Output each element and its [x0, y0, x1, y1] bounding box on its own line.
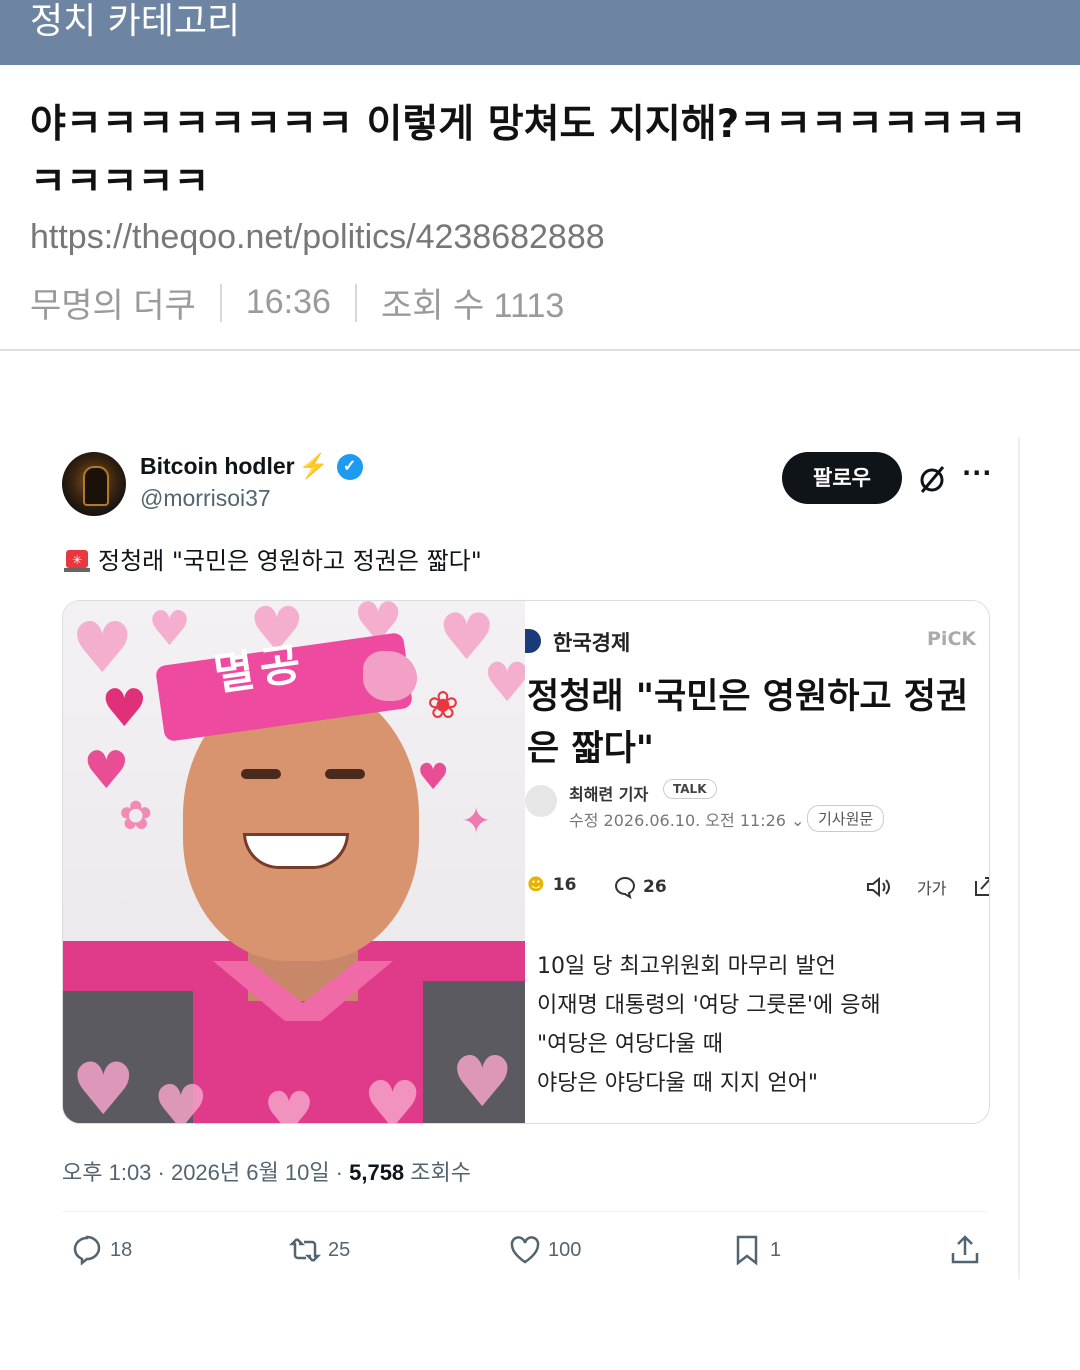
reply-icon — [73, 1235, 101, 1266]
article-body: 10일 당 최고위원회 마무리 발언 이재명 대통령의 '여당 그룻론'에 응해… — [537, 947, 881, 1103]
bookmark-icon — [736, 1235, 758, 1266]
tweet-display-name[interactable]: Bitcoin hodler ⚡ ✓ — [140, 452, 363, 481]
siren-icon: ✳ — [64, 549, 90, 572]
tweet-text: 정청래 "국민은 영원하고 정권은 짧다" — [98, 547, 482, 575]
tulip-icon: ❀ — [427, 683, 459, 727]
display-name-text: Bitcoin hodler — [140, 453, 295, 479]
original-article-badge: 기사원문 — [807, 805, 885, 832]
heart-icon: ♥ — [83, 741, 130, 801]
reporter-avatar-icon — [525, 785, 557, 817]
meme-photo[interactable]: ♥ ♥ ♥ ♥ ♥ ♥ 멸공 ♥ ♥ ♥ ✿ ❀ ✦ ♥ ♥ ♥ — [63, 601, 525, 1123]
category-title: 정치 카테고리 — [30, 1, 241, 42]
emoji-reaction-icon: ☻ — [527, 875, 545, 895]
font-size-icon: 가가 — [917, 879, 947, 898]
like-button[interactable]: 100 — [508, 1233, 581, 1267]
article-date-text: 수정 2026.06.10. 오전 11:26 — [569, 811, 786, 830]
post-views: 조회 수 1113 — [380, 287, 565, 325]
lightning-icon: ⚡ — [298, 453, 329, 480]
heart-icon: ♥ — [417, 757, 450, 798]
tweet-divider — [62, 1211, 988, 1212]
headband-text: 멸공 — [210, 637, 310, 702]
avatar[interactable] — [62, 452, 126, 516]
heart-icon: ♥ — [263, 1079, 315, 1123]
verified-badge-icon: ✓ — [336, 453, 363, 480]
tweet-time-text: 오후 1:03 · 2026년 6월 10일 · — [62, 1160, 350, 1185]
tweet-media-card[interactable]: ♥ ♥ ♥ ♥ ♥ ♥ 멸공 ♥ ♥ ♥ ✿ ❀ ✦ ♥ ♥ ♥ — [62, 600, 990, 1124]
tweet-view-count: 5,758 — [349, 1160, 405, 1185]
tweet-timestamp[interactable]: 오후 1:03 · 2026년 6월 10일 · 5,758 조회수 — [62, 1155, 471, 1187]
avatar-figure — [83, 466, 109, 506]
post-time: 16:36 — [245, 283, 331, 321]
svg-text:✳: ✳ — [72, 553, 82, 567]
post-meta: 무명의 더쿠 16:36 조회 수 1113 — [30, 278, 564, 327]
tweet-text-row: ✳ 정청래 "국민은 영원하고 정권은 짧다" — [62, 541, 482, 576]
pick-badge: PiCK — [927, 628, 977, 650]
category-header: 정치 카테고리 — [0, 0, 1080, 65]
article-line: 10일 당 최고위원회 마무리 발언 — [537, 954, 836, 979]
speaker-icon — [867, 876, 890, 898]
bookmark-button[interactable]: 1 — [730, 1233, 781, 1267]
publisher-logo-icon — [525, 629, 541, 653]
eye — [241, 769, 281, 779]
follow-button[interactable]: 팔로우 — [782, 452, 902, 504]
heart-icon: ♥ — [71, 607, 134, 689]
share-button[interactable] — [948, 1233, 988, 1267]
tweet-view-label: 조회수 — [404, 1160, 472, 1185]
heart-icon: ♥ — [101, 679, 148, 739]
reply-button[interactable]: 18 — [70, 1233, 132, 1267]
news-headline: 정청래 "국민은 영원하고 정권 은 짧다" — [527, 677, 969, 769]
article-line: 이재명 대통령의 '여당 그룻론'에 응해 — [537, 993, 881, 1018]
tweet-handle[interactable]: @morrisoi37 — [140, 485, 271, 512]
share-icon — [951, 1235, 979, 1264]
heart-icon: ♥ — [153, 1071, 209, 1123]
header-divider — [0, 349, 1080, 351]
like-count: 100 — [548, 1238, 582, 1261]
heart-icon: ♥ — [71, 1047, 136, 1123]
article-line: 야당은 야당다울 때 지지 얻어" — [537, 1071, 818, 1096]
bow-icon — [363, 651, 417, 701]
flower-icon: ✿ — [119, 793, 153, 839]
post-author: 무명의 더쿠 — [30, 287, 196, 325]
meta-separator — [219, 283, 222, 322]
post-title: 야ㅋㅋㅋㅋㅋㅋㅋㅋ 이렇게 망쳐도 지지해?ㅋㅋㅋㅋㅋㅋㅋㅋㅋㅋㅋㅋㅋ — [30, 102, 1027, 205]
tweet-actions: 18 25 100 1 — [62, 1233, 988, 1273]
news-screenshot: 한국경제 PiCK 정청래 "국민은 영원하고 정권 은 짧다" 최해련 기자 … — [525, 601, 989, 1123]
meta-separator — [354, 283, 357, 322]
embedded-tweet: Bitcoin hodler ⚡ ✓ @morrisoi37 팔로우 ··· ✳… — [40, 437, 1020, 1279]
post-url[interactable]: https://theqoo.net/politics/4238682888 — [30, 218, 605, 257]
heart-icon: ♥ — [148, 601, 192, 657]
grok-icon[interactable] — [916, 463, 948, 495]
heart-icon: ♥ — [363, 1067, 423, 1123]
reaction-count: ☻ 16 — [527, 875, 576, 895]
heart-icon: ♥ — [451, 1041, 514, 1123]
share-box-icon — [975, 877, 989, 896]
comment-count: 26 — [613, 875, 667, 899]
publisher-name: 한국경제 — [553, 631, 631, 655]
comment-count-text: 26 — [643, 877, 667, 897]
eye — [325, 769, 365, 779]
heart-icon — [510, 1236, 540, 1264]
article-line: "여당은 여당다울 때 — [537, 1032, 724, 1057]
sparkle-icon: ✦ — [461, 801, 492, 842]
retweet-button[interactable]: 25 — [288, 1233, 350, 1267]
reply-count: 18 — [110, 1238, 133, 1261]
reporter-name: 최해련 기자 — [569, 785, 649, 804]
heart-icon: ♥ — [483, 651, 525, 714]
talk-badge: TALK — [663, 779, 717, 799]
more-options-icon[interactable]: ··· — [962, 459, 992, 487]
reaction-count-text: 16 — [552, 875, 577, 895]
retweet-count: 25 — [328, 1238, 351, 1261]
bookmark-count: 1 — [770, 1238, 782, 1261]
news-reaction-row: ☻ 16 26 가가 — [527, 875, 989, 905]
retweet-icon — [288, 1238, 322, 1262]
article-date: 수정 2026.06.10. 오전 11:26 ⌄ — [569, 811, 805, 830]
comment-bubble-icon — [615, 876, 636, 899]
